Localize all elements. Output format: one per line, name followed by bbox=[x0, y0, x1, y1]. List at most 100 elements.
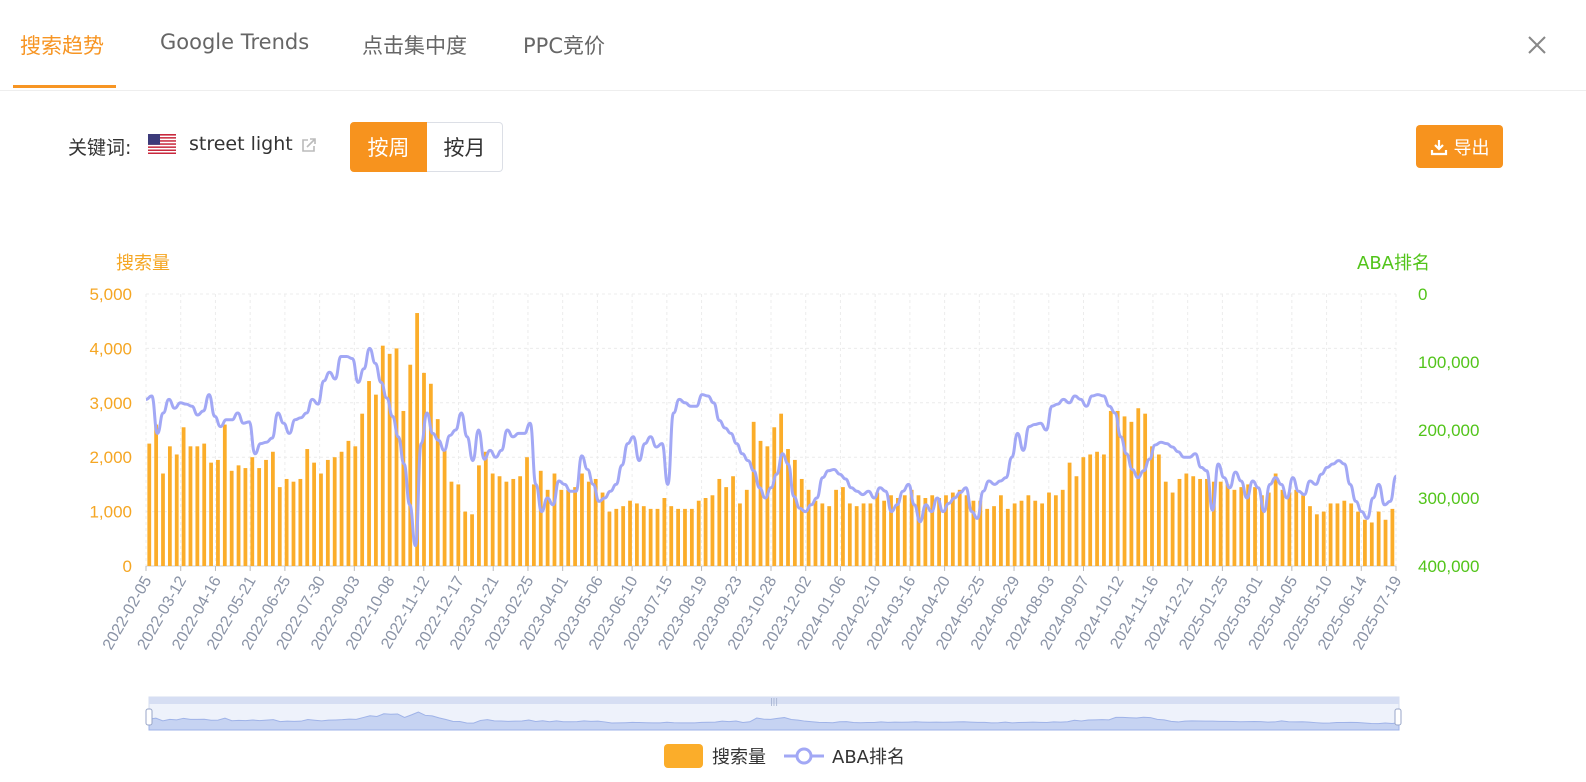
bar-search-volume bbox=[1294, 489, 1299, 566]
bar-search-volume bbox=[724, 487, 729, 566]
bar-search-volume bbox=[374, 394, 378, 566]
bar-search-volume bbox=[635, 503, 639, 566]
bar-search-volume bbox=[834, 489, 838, 566]
bar-search-volume bbox=[902, 495, 907, 566]
bar-search-volume bbox=[1108, 410, 1113, 566]
bar-search-volume bbox=[854, 506, 859, 566]
bar-search-volume bbox=[607, 511, 612, 566]
bar-search-volume bbox=[504, 481, 509, 566]
bar-search-volume bbox=[477, 465, 481, 566]
bar-search-volume bbox=[882, 500, 887, 566]
bar-search-volume bbox=[1232, 489, 1237, 566]
bar-search-volume bbox=[209, 462, 213, 566]
legend-item-search-volume[interactable]: 搜索量 bbox=[664, 743, 766, 769]
bar-search-volume bbox=[580, 473, 584, 566]
bar-search-volume bbox=[1198, 478, 1202, 566]
bar-search-volume bbox=[243, 468, 248, 566]
bar-search-volume bbox=[1005, 508, 1010, 566]
bar-search-volume bbox=[401, 410, 406, 566]
tab-click-concentration[interactable]: 点击集中度 bbox=[362, 30, 467, 60]
monthly-button[interactable]: 按月 bbox=[427, 122, 503, 172]
bar-search-volume bbox=[346, 440, 351, 566]
bar-search-volume bbox=[1253, 487, 1257, 566]
bar-search-volume bbox=[1067, 462, 1072, 566]
zoom-grip-icon: ||| bbox=[770, 697, 778, 706]
bar-search-volume bbox=[1321, 511, 1326, 566]
bar-search-volume bbox=[181, 427, 186, 566]
bar-search-volume bbox=[1143, 413, 1148, 566]
bar-search-volume bbox=[1081, 457, 1086, 566]
bar-search-volume bbox=[1335, 503, 1340, 566]
bar-search-volume bbox=[408, 364, 413, 566]
bar-search-volume bbox=[497, 476, 502, 566]
legend-item-aba-rank[interactable]: ABA排名 bbox=[784, 743, 905, 769]
bar-search-volume bbox=[1191, 476, 1196, 566]
bar-search-volume bbox=[1040, 503, 1045, 566]
close-icon[interactable] bbox=[1524, 32, 1550, 58]
bar-search-volume bbox=[394, 348, 399, 566]
bar-search-volume bbox=[250, 457, 255, 566]
keyword-label: 关键词: bbox=[68, 137, 132, 159]
bar-search-volume bbox=[305, 449, 310, 566]
bar-search-volume bbox=[641, 506, 646, 566]
bar-search-volume bbox=[319, 473, 323, 566]
y-left-tick-label: 1,000 bbox=[89, 503, 132, 522]
bar-search-volume bbox=[1060, 489, 1065, 566]
external-link-icon[interactable] bbox=[300, 136, 318, 154]
bar-search-volume bbox=[683, 508, 687, 566]
period-toggle: 按周 按月 bbox=[350, 122, 503, 172]
bar-search-volume bbox=[1150, 446, 1154, 566]
bar-search-volume bbox=[1095, 451, 1099, 566]
bar-search-volume bbox=[360, 413, 365, 566]
legend-line-swatch bbox=[784, 747, 824, 765]
bar-search-volume bbox=[483, 451, 488, 566]
bar-search-volume bbox=[1273, 473, 1278, 566]
bar-search-volume bbox=[277, 487, 282, 566]
bar-search-volume bbox=[896, 498, 900, 566]
bar-search-volume bbox=[538, 470, 543, 566]
weekly-button[interactable]: 按周 bbox=[350, 122, 427, 172]
bar-search-volume bbox=[792, 459, 797, 566]
bar-search-volume bbox=[229, 470, 234, 566]
bar-search-volume bbox=[167, 446, 172, 566]
tab-google-trends[interactable]: Google Trends bbox=[160, 30, 309, 54]
bar-search-volume bbox=[566, 489, 571, 566]
bar-search-volume bbox=[985, 508, 990, 566]
bar-search-volume bbox=[841, 487, 845, 566]
zoom-handle-right bbox=[1394, 708, 1402, 726]
bar-search-volume bbox=[559, 489, 564, 566]
bar-search-volume bbox=[525, 457, 529, 566]
bar-search-volume bbox=[1239, 487, 1244, 566]
bar-search-volume bbox=[1129, 421, 1134, 566]
bar-search-volume bbox=[1356, 511, 1360, 566]
bar-search-volume bbox=[662, 498, 667, 566]
bar-search-volume bbox=[1074, 476, 1079, 566]
y-left-tick-label: 5,000 bbox=[89, 285, 132, 304]
bar-search-volume bbox=[1088, 454, 1093, 566]
bar-search-volume bbox=[202, 443, 207, 566]
bar-search-volume bbox=[847, 503, 852, 566]
bar-search-volume bbox=[744, 489, 749, 566]
bar-search-volume bbox=[1314, 514, 1319, 566]
bar-search-volume bbox=[813, 500, 818, 566]
bar-search-volume bbox=[827, 506, 832, 566]
active-tab-indicator bbox=[13, 85, 116, 88]
bar-search-volume bbox=[257, 468, 262, 566]
bar-search-volume bbox=[614, 508, 619, 566]
bar-search-volume bbox=[236, 465, 241, 566]
tab-ppc-bid[interactable]: PPC竞价 bbox=[523, 30, 605, 60]
y-right-tick-label: 100,000 bbox=[1418, 353, 1479, 372]
bar-search-volume bbox=[222, 424, 227, 566]
bar-search-volume bbox=[1342, 500, 1347, 566]
y-left-tick-label: 2,000 bbox=[89, 448, 132, 467]
us-flag-icon bbox=[148, 134, 176, 154]
bar-search-volume bbox=[1102, 454, 1106, 566]
export-button[interactable]: 导出 bbox=[1416, 125, 1503, 168]
tab-search-trend[interactable]: 搜索趋势 bbox=[20, 30, 104, 60]
bar-search-volume bbox=[1369, 522, 1374, 566]
bar-search-volume bbox=[655, 508, 660, 566]
zoom-handle-left bbox=[145, 708, 153, 726]
bar-search-volume bbox=[174, 454, 179, 566]
bar-search-volume bbox=[511, 478, 516, 566]
bar-search-volume bbox=[710, 495, 715, 566]
